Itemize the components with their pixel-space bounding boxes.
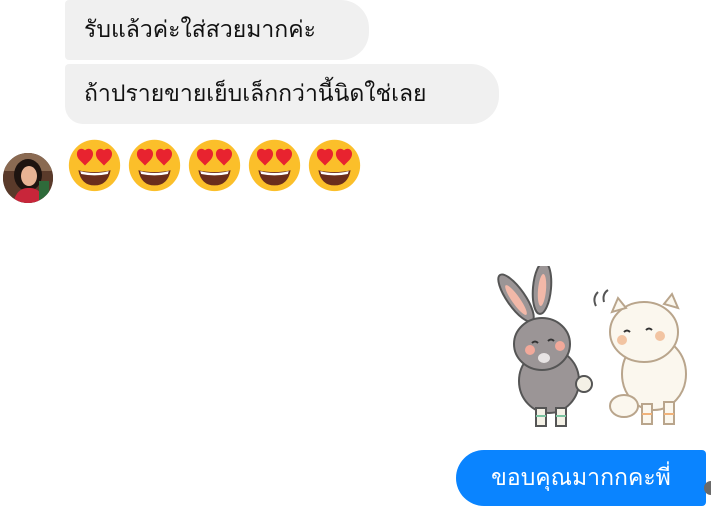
heart-eyes-emoji-icon (68, 139, 121, 192)
message-text: ขอบคุณมากกคะพี่ (491, 465, 671, 491)
message-text: ถ้าปรายขายเย็บเล็กกว่านี้นิดใช่เลย (84, 81, 427, 107)
message-text: รับแล้วค่ะใส่สวยมากค่ะ (84, 17, 316, 43)
sticker-illustration (497, 261, 687, 427)
incoming-message-bubble[interactable]: ถ้าปรายขายเย็บเล็กกว่านี้นิดใช่เลย (65, 64, 499, 124)
heart-eyes-emoji-icon (308, 139, 361, 192)
incoming-message-bubble[interactable]: รับแล้วค่ะใส่สวยมากค่ะ (65, 0, 369, 60)
bunny-and-cat-sticker[interactable] (494, 261, 700, 434)
heart-eyes-emoji-icon (128, 139, 181, 192)
seen-avatar-icon (704, 481, 711, 495)
avatar-photo (3, 153, 53, 203)
heart-eyes-emoji-icon (188, 139, 241, 192)
outgoing-message-bubble[interactable]: ขอบคุณมากกคะพี่ (456, 450, 706, 506)
emoji-message[interactable] (66, 136, 363, 193)
sender-avatar[interactable] (3, 153, 53, 203)
heart-eyes-emoji-icon (248, 139, 301, 192)
